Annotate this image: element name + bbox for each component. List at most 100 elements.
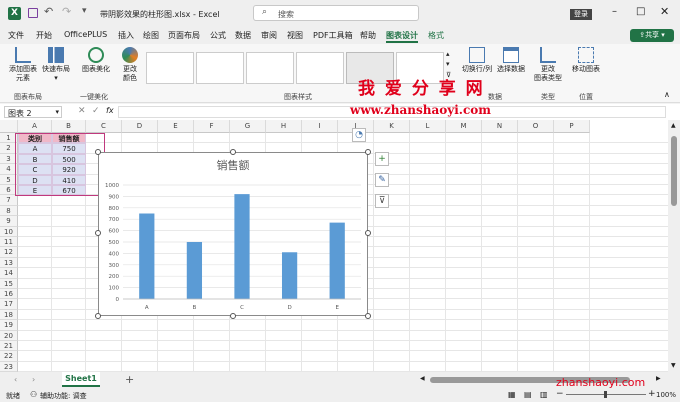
scroll-up-icon[interactable]: ▲	[671, 122, 676, 129]
tab-page-layout[interactable]: 页面布局	[168, 30, 200, 41]
column-header-h[interactable]: H	[266, 120, 302, 133]
tab-insert[interactable]: 插入	[118, 30, 134, 41]
chart-object[interactable]: 销售额 0 100 200 300 400 500 600 700 800 900 1000 A B C…	[98, 152, 368, 316]
column-header-a[interactable]: A	[18, 120, 52, 133]
row-header-11[interactable]: 11	[0, 237, 18, 248]
fx-icon[interactable]: fx	[106, 106, 114, 115]
chart-style-4[interactable]	[296, 52, 344, 84]
chart-elements-plus-icon[interactable]: +	[375, 152, 389, 166]
undo-icon[interactable]: ↶	[44, 5, 53, 18]
bar-e[interactable]	[329, 222, 345, 299]
select-data-button[interactable]: 选择数据	[496, 47, 526, 74]
column-header-o[interactable]: O	[518, 120, 554, 133]
cell-b1[interactable]: 销售额	[52, 133, 86, 144]
quick-layout-button[interactable]: 快速布局 ▾	[40, 47, 72, 83]
tab-draw[interactable]: 绘图	[143, 30, 159, 41]
row-header-7[interactable]: 7	[0, 195, 18, 206]
row-header-4[interactable]: 4	[0, 164, 18, 175]
accessibility-status[interactable]: 辅助功能: 调查	[40, 391, 87, 401]
normal-view-icon[interactable]: ▦	[508, 390, 516, 399]
scroll-left-icon[interactable]: ◀	[420, 375, 425, 382]
page-break-view-icon[interactable]: ▥	[540, 390, 548, 399]
tab-view[interactable]: 视图	[287, 30, 303, 41]
chart-quick-style-icon[interactable]: ◔	[352, 128, 366, 142]
row-header-1[interactable]: 1	[0, 133, 18, 144]
tab-home[interactable]: 开始	[36, 30, 52, 41]
tab-pdf-toolbox[interactable]: PDF工具箱	[313, 30, 353, 41]
tab-officeplus[interactable]: OfficePLUS	[64, 30, 107, 39]
chart-style-3[interactable]	[246, 52, 294, 84]
bar-d[interactable]	[281, 252, 298, 299]
add-sheet-button[interactable]: +	[125, 373, 134, 386]
chart-filter-icon[interactable]: ⊽	[375, 194, 389, 208]
column-header-c[interactable]: C	[86, 120, 122, 133]
row-header-8[interactable]: 8	[0, 205, 18, 217]
chart-title[interactable]: 销售额	[217, 158, 250, 172]
cell-a3[interactable]: B	[18, 153, 52, 165]
row-header-20[interactable]: 20	[0, 330, 18, 341]
tab-format[interactable]: 格式	[428, 30, 444, 41]
row-header-9[interactable]: 9	[0, 216, 18, 227]
column-header-n[interactable]: N	[482, 120, 518, 133]
gallery-scroll-up-icon[interactable]: ▴	[446, 50, 450, 58]
column-header-i[interactable]: I	[302, 120, 338, 133]
row-header-16[interactable]: 16	[0, 289, 18, 300]
worksheet-grid[interactable]: ABCDEFGHIJKLMNOP 1 2 3 4 5 6 7 8 9 10 11 12 13 14 15 16…	[0, 120, 668, 372]
row-header-19[interactable]: 19	[0, 320, 18, 331]
row-header-21[interactable]: 21	[0, 341, 18, 352]
tab-formulas[interactable]: 公式	[210, 30, 226, 41]
gallery-scroll-down-icon[interactable]: ▾	[446, 60, 450, 68]
row-header-6[interactable]: 6	[0, 185, 18, 196]
chart-styles-brush-icon[interactable]: ✎	[375, 173, 389, 187]
resize-handle-tl[interactable]	[95, 149, 101, 155]
row-header-14[interactable]: 14	[0, 268, 18, 279]
bar-b[interactable]	[186, 242, 203, 299]
resize-handle-bm[interactable]	[230, 313, 236, 319]
column-header-d[interactable]: D	[122, 120, 158, 133]
column-header-e[interactable]: E	[158, 120, 194, 133]
bar-a[interactable]	[139, 213, 155, 300]
tab-help[interactable]: 帮助	[360, 30, 376, 41]
chart-style-1[interactable]	[146, 52, 194, 84]
column-header-b[interactable]: B	[52, 120, 86, 133]
chart-style-2[interactable]	[196, 52, 244, 84]
name-box[interactable]: 图表 2 ▾	[4, 106, 62, 118]
collapse-ribbon-icon[interactable]: ∧	[664, 90, 670, 99]
zoom-in-icon[interactable]: +	[648, 389, 656, 399]
select-all-corner[interactable]	[0, 120, 18, 133]
column-header-l[interactable]: L	[410, 120, 446, 133]
vertical-scrollbar[interactable]: ▲ ▼	[668, 120, 680, 372]
cell-b6[interactable]: 670	[52, 185, 86, 196]
prev-sheet-icon[interactable]: ‹	[14, 375, 17, 384]
qat-more-icon[interactable]: ▾	[82, 6, 87, 16]
close-icon[interactable]: ✕	[660, 5, 669, 18]
bar-c[interactable]	[234, 194, 250, 299]
tab-chart-design[interactable]: 图表设计	[386, 30, 418, 43]
cell-b3[interactable]: 500	[52, 153, 86, 165]
zoom-slider[interactable]	[566, 391, 646, 398]
column-header-k[interactable]: K	[374, 120, 410, 133]
column-header-f[interactable]: F	[194, 120, 230, 133]
row-header-15[interactable]: 15	[0, 278, 18, 289]
tab-data[interactable]: 数据	[235, 30, 251, 41]
tab-file[interactable]: 文件	[8, 30, 24, 41]
change-color-button[interactable]: 更改 颜色	[118, 47, 142, 83]
cell-a5[interactable]: D	[18, 174, 52, 185]
scroll-down-icon[interactable]: ▼	[671, 362, 676, 369]
switch-row-col-button[interactable]: 切换行/列	[460, 47, 494, 74]
cell-b4[interactable]: 920	[52, 164, 86, 175]
chart-beautify-button[interactable]: 图表美化	[80, 47, 112, 74]
zoom-slider-thumb[interactable]	[604, 391, 607, 398]
resize-handle-ml[interactable]	[95, 230, 101, 236]
sheet-tab-sheet1[interactable]: Sheet1	[62, 372, 100, 387]
zoom-out-icon[interactable]: −	[556, 389, 564, 399]
scroll-right-icon[interactable]: ▶	[656, 375, 661, 382]
row-header-5[interactable]: 5	[0, 174, 18, 185]
cancel-icon[interactable]: ✕	[78, 106, 86, 116]
resize-handle-br[interactable]	[365, 313, 371, 319]
column-header-p[interactable]: P	[554, 120, 590, 133]
column-header-m[interactable]: M	[446, 120, 482, 133]
row-header-12[interactable]: 12	[0, 247, 18, 258]
redo-icon[interactable]: ↷	[62, 5, 71, 18]
resize-handle-tm[interactable]	[230, 149, 236, 155]
